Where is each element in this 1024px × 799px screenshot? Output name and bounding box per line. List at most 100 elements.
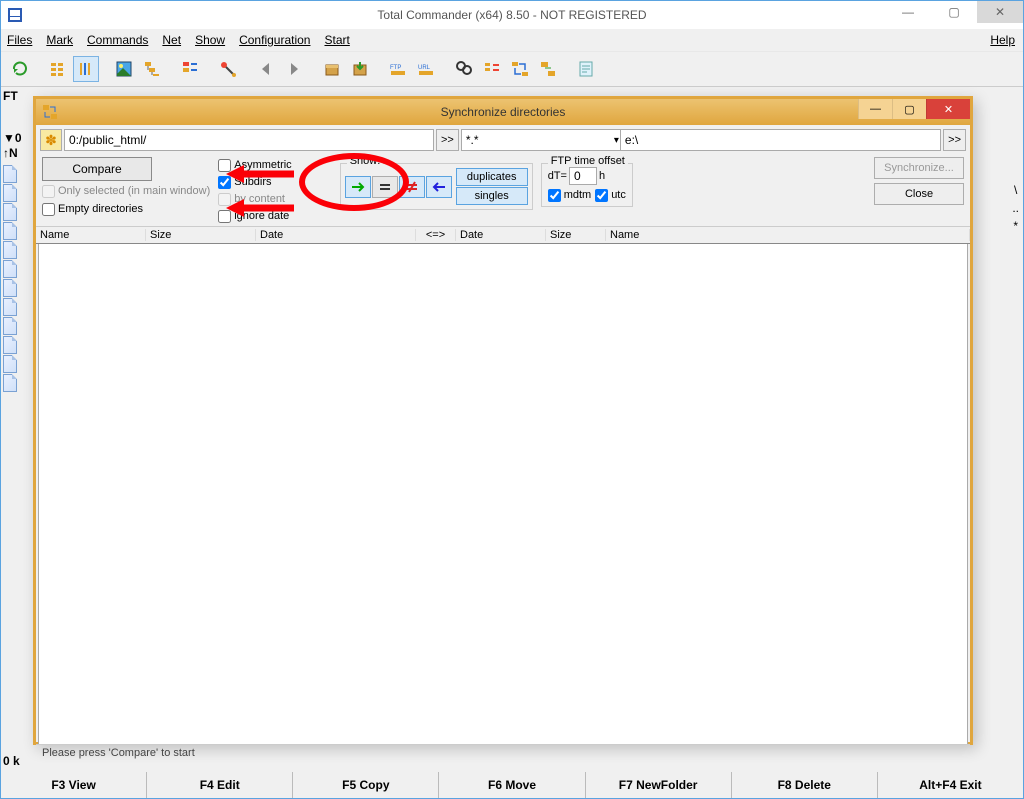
show-equal-icon[interactable] bbox=[372, 176, 398, 198]
synchronize-button: Synchronize... bbox=[874, 157, 964, 179]
filter-button[interactable]: * bbox=[1012, 219, 1019, 233]
tree-view-icon[interactable] bbox=[139, 56, 165, 82]
main-toolbar: FTP URL bbox=[1, 51, 1023, 87]
f6-move[interactable]: F6 Move bbox=[439, 772, 585, 798]
ignore-date-checkbox[interactable]: ignore date bbox=[218, 208, 291, 224]
col-name-left[interactable]: Name bbox=[36, 229, 146, 241]
col-date-right[interactable]: Date bbox=[456, 229, 546, 241]
col-date-left[interactable]: Date bbox=[256, 229, 416, 241]
menu-configuration[interactable]: Configuration bbox=[239, 33, 310, 47]
menu-files[interactable]: Files bbox=[7, 33, 32, 47]
asymmetric-checkbox[interactable]: Asymmetric bbox=[218, 157, 291, 173]
brief-view-icon[interactable] bbox=[45, 56, 71, 82]
dt-input[interactable] bbox=[569, 167, 597, 185]
file-icon[interactable] bbox=[3, 298, 17, 316]
menu-commands[interactable]: Commands bbox=[87, 33, 148, 47]
left-path-input[interactable] bbox=[64, 129, 434, 151]
dialog-maximize-button[interactable]: ▢ bbox=[892, 99, 926, 119]
show-label: Show: bbox=[347, 155, 384, 167]
mdtm-checkbox[interactable]: mdtm bbox=[548, 187, 592, 203]
file-icon[interactable] bbox=[3, 355, 17, 373]
root-button[interactable]: \ bbox=[1012, 183, 1019, 197]
invert-selection-icon[interactable] bbox=[177, 56, 203, 82]
f3-view[interactable]: F3 View bbox=[1, 772, 147, 798]
col-size-right[interactable]: Size bbox=[546, 229, 606, 241]
refresh-icon[interactable] bbox=[7, 56, 33, 82]
utc-checkbox[interactable]: utc bbox=[595, 187, 626, 203]
dialog-close-button[interactable]: ✕ bbox=[926, 99, 970, 119]
forward-icon[interactable] bbox=[281, 56, 307, 82]
show-left-to-right-icon[interactable] bbox=[345, 176, 371, 198]
file-icon[interactable] bbox=[3, 279, 17, 297]
menu-mark[interactable]: Mark bbox=[46, 33, 73, 47]
save-settings-button[interactable]: ✽ bbox=[40, 129, 62, 151]
unpack-icon[interactable] bbox=[347, 56, 373, 82]
filter-input[interactable] bbox=[461, 129, 626, 151]
f7-newfolder[interactable]: F7 NewFolder bbox=[586, 772, 732, 798]
show-unequal-icon[interactable] bbox=[399, 176, 425, 198]
by-content-checkbox: by content bbox=[218, 191, 291, 207]
copy-names-icon[interactable] bbox=[535, 56, 561, 82]
multi-rename-icon[interactable] bbox=[479, 56, 505, 82]
file-icon[interactable] bbox=[3, 241, 17, 259]
dialog-minimize-button[interactable]: — bbox=[858, 99, 892, 119]
col-size-left[interactable]: Size bbox=[146, 229, 256, 241]
function-key-bar: F3 View F4 Edit F5 Copy F6 Move F7 NewFo… bbox=[1, 772, 1023, 798]
file-icon[interactable] bbox=[3, 222, 17, 240]
drive-indicator[interactable]: ▼0 bbox=[3, 131, 22, 145]
show-filter-buttons bbox=[345, 176, 452, 198]
file-icon[interactable] bbox=[3, 165, 17, 183]
duplicates-button[interactable]: duplicates bbox=[456, 168, 528, 186]
show-right-to-left-icon[interactable] bbox=[426, 176, 452, 198]
result-list-header: Name Size Date <=> Date Size Name bbox=[36, 226, 970, 244]
f5-copy[interactable]: F5 Copy bbox=[293, 772, 439, 798]
file-icon[interactable] bbox=[3, 374, 17, 392]
col-name-right[interactable]: Name bbox=[606, 229, 970, 241]
left-browse-button[interactable]: >> bbox=[436, 129, 459, 151]
ftp-icon[interactable]: FTP bbox=[385, 56, 411, 82]
file-icon[interactable] bbox=[3, 203, 17, 221]
menu-start[interactable]: Start bbox=[324, 33, 349, 47]
app-icon bbox=[7, 7, 23, 23]
file-icon[interactable] bbox=[3, 317, 17, 335]
empty-dirs-checkbox[interactable]: Empty directories bbox=[42, 201, 210, 217]
compare-button[interactable]: Compare bbox=[42, 157, 152, 181]
right-path-input[interactable] bbox=[620, 129, 941, 151]
sort-indicator[interactable]: ↑N bbox=[3, 146, 18, 160]
notepad-icon[interactable] bbox=[573, 56, 599, 82]
result-list[interactable] bbox=[38, 244, 968, 744]
thumbnail-view-icon[interactable] bbox=[111, 56, 137, 82]
f8-delete[interactable]: F8 Delete bbox=[732, 772, 878, 798]
close-button[interactable]: ✕ bbox=[977, 1, 1023, 23]
subdirs-checkbox[interactable]: Subdirs bbox=[218, 174, 291, 190]
right-controls: \ .. * bbox=[1012, 183, 1019, 233]
altf4-exit[interactable]: Alt+F4 Exit bbox=[878, 772, 1023, 798]
menu-help[interactable]: Help bbox=[990, 33, 1015, 47]
sync-dirs-icon[interactable] bbox=[507, 56, 533, 82]
maximize-button[interactable]: ▢ bbox=[931, 1, 977, 23]
h-label: h bbox=[599, 170, 605, 182]
path-row: ✽ >> ▾ >> bbox=[36, 125, 970, 155]
options-row: Compare Only selected (in main window) E… bbox=[36, 155, 970, 226]
col-direction[interactable]: <=> bbox=[416, 229, 456, 241]
main-window: Total Commander (x64) 8.50 - NOT REGISTE… bbox=[0, 0, 1024, 799]
menu-net[interactable]: Net bbox=[162, 33, 181, 47]
f4-edit[interactable]: F4 Edit bbox=[147, 772, 293, 798]
url-icon[interactable]: URL bbox=[413, 56, 439, 82]
right-browse-button[interactable]: >> bbox=[943, 129, 966, 151]
minimize-button[interactable]: — bbox=[885, 1, 931, 23]
close-dialog-button[interactable]: Close bbox=[874, 183, 964, 205]
search-icon[interactable] bbox=[451, 56, 477, 82]
file-icon[interactable] bbox=[3, 184, 17, 202]
menubar: Files Mark Commands Net Show Configurati… bbox=[1, 29, 1023, 51]
pack-icon[interactable] bbox=[319, 56, 345, 82]
file-icon[interactable] bbox=[3, 336, 17, 354]
full-view-icon[interactable] bbox=[73, 56, 99, 82]
back-icon[interactable] bbox=[253, 56, 279, 82]
parent-button[interactable]: .. bbox=[1012, 201, 1019, 215]
dialog-titlebar[interactable]: Synchronize directories — ▢ ✕ bbox=[36, 99, 970, 125]
file-icon[interactable] bbox=[3, 260, 17, 278]
singles-button[interactable]: singles bbox=[456, 187, 528, 205]
menu-show[interactable]: Show bbox=[195, 33, 225, 47]
ftp-connect-icon[interactable] bbox=[215, 56, 241, 82]
